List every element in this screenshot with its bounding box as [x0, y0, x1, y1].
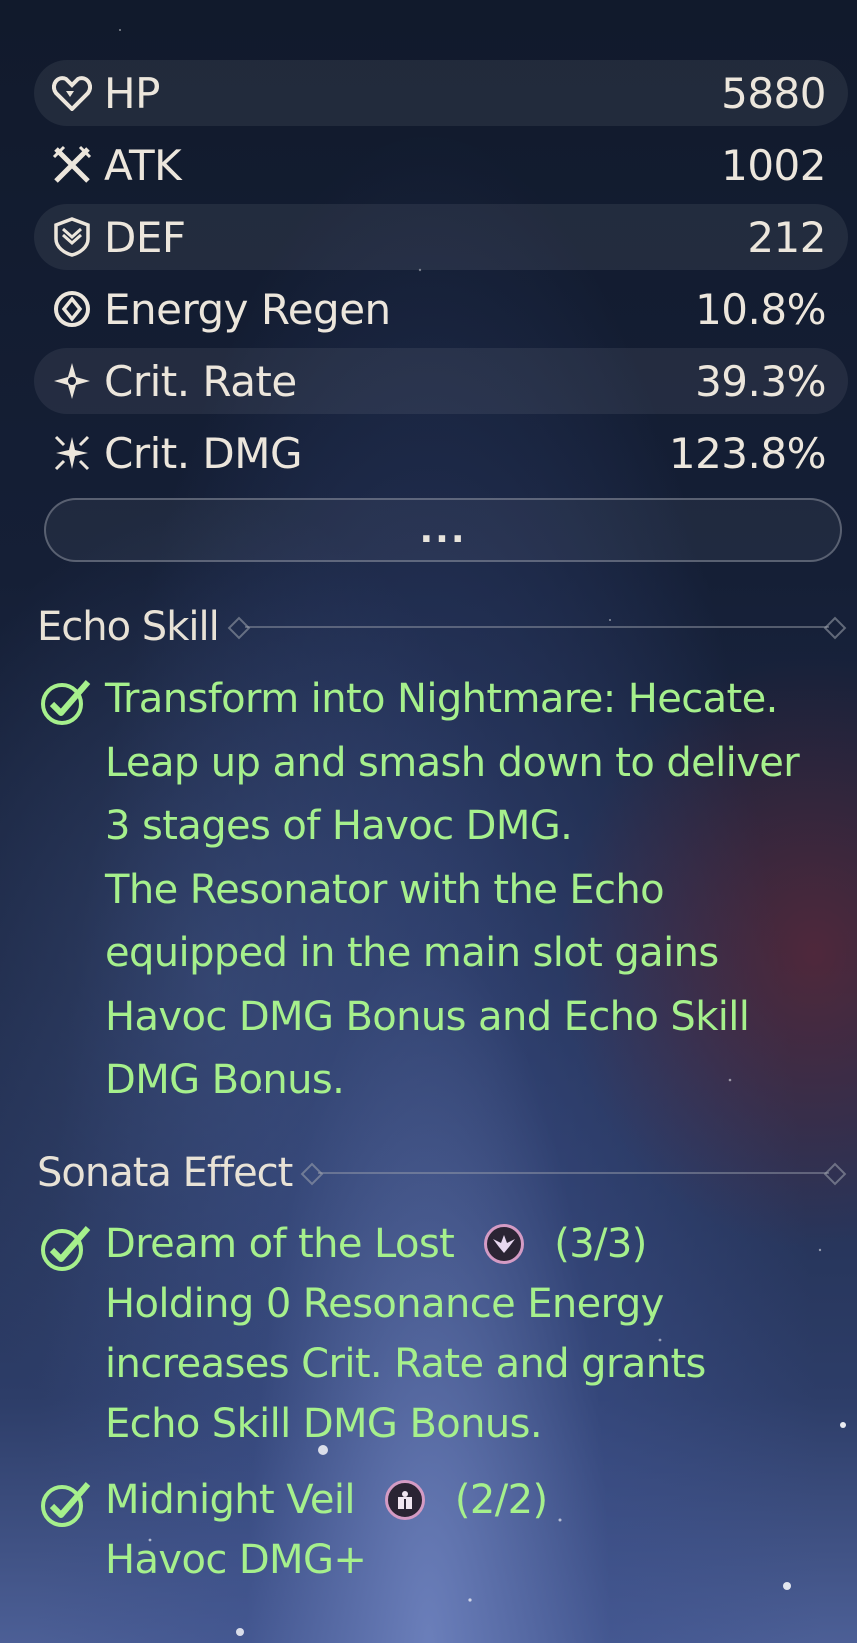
heart-icon: [50, 71, 94, 115]
desc-line: Havoc DMG Bonus and Echo Skill: [105, 993, 750, 1040]
stat-label: HP: [104, 68, 160, 118]
check-icon: [41, 680, 91, 725]
section-divider: [227, 616, 847, 640]
check-icon: [41, 1226, 91, 1271]
desc-line: Holding 0 Resonance Energy: [105, 1281, 664, 1327]
energy-icon: [50, 287, 94, 331]
sonata-name: Midnight Veil: [105, 1477, 356, 1523]
sonata-effect-header: Sonata Effect: [37, 1150, 847, 1196]
stat-label: ATK: [104, 140, 182, 190]
desc-line: increases Crit. Rate and grants: [105, 1341, 706, 1387]
desc-line: equipped in the main slot gains: [105, 930, 719, 976]
stat-value: 10.8%: [695, 284, 826, 334]
desc-line: The Resonator with the Echo: [105, 866, 665, 913]
shield-icon: [50, 215, 94, 259]
stat-row-atk: ATK 1002: [34, 132, 848, 198]
stat-label: Crit. Rate: [104, 356, 297, 406]
stat-list: HP 5880 ATK 1002 DEF 212 Energy Regen 10…: [34, 60, 848, 492]
check-icon: [41, 1482, 91, 1527]
section-title: Sonata Effect: [37, 1150, 293, 1196]
sonata-title: Midnight Veil (2/2): [105, 1470, 548, 1530]
more-stats-button[interactable]: ...: [44, 498, 842, 562]
burst-icon: [50, 431, 94, 475]
stat-row-def: DEF 212: [34, 204, 848, 270]
stat-value: 1002: [721, 140, 826, 190]
desc-line: Leap up and smash down to deliver: [105, 739, 800, 786]
stat-label: Energy Regen: [104, 284, 391, 334]
sonata-count: (3/3): [554, 1221, 647, 1267]
stat-row-crit-dmg: Crit. DMG 123.8%: [34, 420, 848, 486]
desc-line: Echo Skill DMG Bonus.: [105, 1401, 543, 1447]
midnight-sonata-icon: [384, 1480, 425, 1520]
section-title: Echo Skill: [37, 604, 220, 650]
stat-row-crit-rate: Crit. Rate 39.3%: [34, 348, 848, 414]
desc-line: Havoc DMG+: [105, 1537, 367, 1583]
desc-line: Transform into Nightmare: Hecate.: [105, 676, 778, 722]
stat-label: Crit. DMG: [104, 428, 303, 478]
stat-label: DEF: [104, 212, 186, 262]
section-divider: [301, 1162, 847, 1186]
sonata-count: (2/2): [454, 1477, 548, 1523]
stat-value: 123.8%: [668, 428, 827, 478]
echo-skill-header: Echo Skill: [37, 604, 847, 650]
desc-line: 3 stages of Havoc DMG.: [105, 803, 573, 849]
star-icon: [50, 359, 94, 403]
stat-value: 5880: [721, 68, 826, 118]
stat-row-energy-regen: Energy Regen 10.8%: [34, 276, 848, 342]
sonata-title: Dream of the Lost (3/3): [105, 1214, 706, 1274]
stat-row-hp: HP 5880: [34, 60, 848, 126]
sword-icon: [50, 143, 94, 187]
stat-value: 39.3%: [695, 356, 826, 406]
dream-sonata-icon: [484, 1224, 525, 1264]
desc-line: DMG Bonus.: [105, 1057, 345, 1103]
stat-value: 212: [747, 212, 826, 262]
sonata-name: Dream of the Lost: [105, 1221, 455, 1267]
